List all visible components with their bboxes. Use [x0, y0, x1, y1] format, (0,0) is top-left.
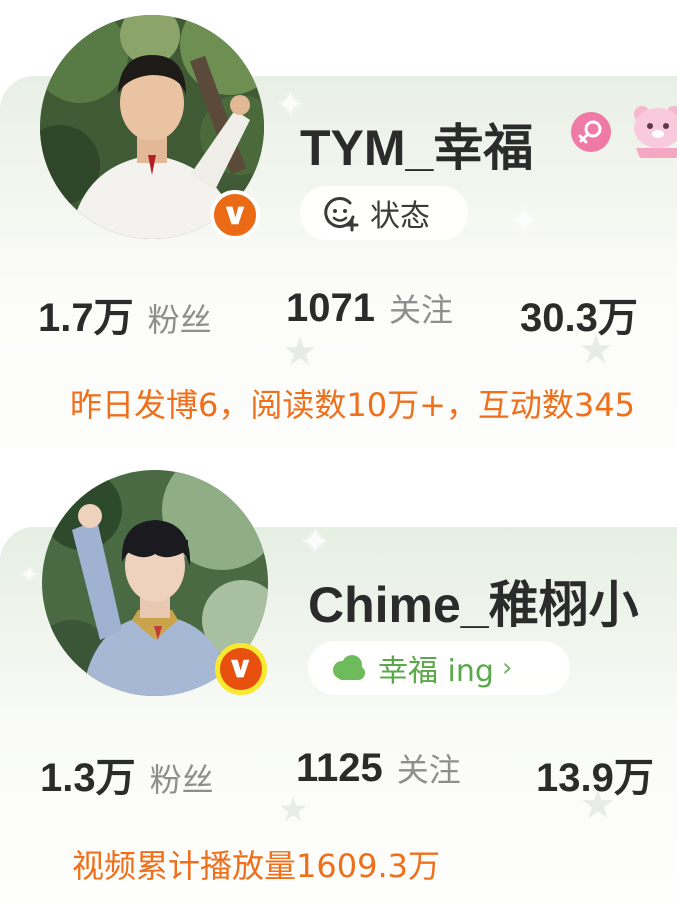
profile-cards-page: ✦ ✦ ✦ ✦ ★ ★	[0, 0, 677, 903]
followers-stat[interactable]: 1.3万 粉丝	[40, 745, 214, 803]
following-label: 关注	[396, 751, 461, 789]
stats-row: 1.7万 粉丝 1071 关注 30.3万	[0, 285, 677, 340]
status-label: 状态	[370, 199, 430, 234]
status-label: 幸福 ing	[378, 654, 494, 689]
followers-label: 粉丝	[147, 301, 212, 339]
followers-label: 粉丝	[149, 761, 214, 799]
sparkle-icon: ✦	[252, 481, 273, 509]
sparkle-icon: ✦	[510, 201, 539, 241]
activity-summary: 昨日发博6，阅读数10万+，互动数345	[70, 386, 635, 424]
likes-count: 30.3万	[520, 296, 638, 340]
followers-count: 1.3万	[40, 756, 136, 800]
following-stat[interactable]: 1071 关注	[286, 285, 453, 331]
likes-stat[interactable]: 13.9万	[536, 745, 654, 803]
verified-v-icon	[210, 190, 260, 240]
profile-card[interactable]: ✦ ✦ ✦ ★ ★ Chime_稚栩小 幸福 ing › 1.3万 粉丝 112…	[0, 455, 677, 903]
chevron-right-icon: ›	[501, 653, 513, 683]
followers-count: 1.7万	[38, 296, 134, 340]
star-decoration-icon: ★	[282, 329, 318, 375]
stats-row: 1.3万 粉丝 1125 关注 13.9万	[0, 745, 677, 800]
cloud-icon	[328, 648, 368, 688]
smile-add-icon	[320, 193, 360, 233]
status-button[interactable]: 幸福 ing ›	[308, 641, 570, 695]
sparkle-icon: ✦	[300, 522, 331, 563]
following-count: 1125	[296, 746, 383, 790]
likes-stat[interactable]: 30.3万	[520, 285, 638, 343]
status-button[interactable]: 状态	[300, 186, 468, 240]
female-icon	[571, 112, 611, 152]
sparkle-icon: ✦	[20, 563, 39, 588]
followers-stat[interactable]: 1.7万 粉丝	[38, 285, 212, 343]
star-decoration-icon: ★	[278, 790, 309, 830]
following-label: 关注	[388, 291, 453, 329]
profile-name[interactable]: Chime_稚栩小	[308, 565, 639, 637]
profile-name[interactable]: TYM_幸福	[300, 108, 533, 180]
pink-bear-sticker[interactable]	[628, 98, 677, 158]
profile-card[interactable]: ✦ ✦ ✦ ✦ ★ ★	[0, 0, 677, 448]
following-stat[interactable]: 1125 关注	[296, 745, 461, 791]
verified-v-icon	[215, 643, 267, 695]
likes-count: 13.9万	[536, 756, 654, 800]
following-count: 1071	[286, 286, 375, 330]
video-play-summary: 视频累计播放量1609.3万	[72, 847, 440, 885]
